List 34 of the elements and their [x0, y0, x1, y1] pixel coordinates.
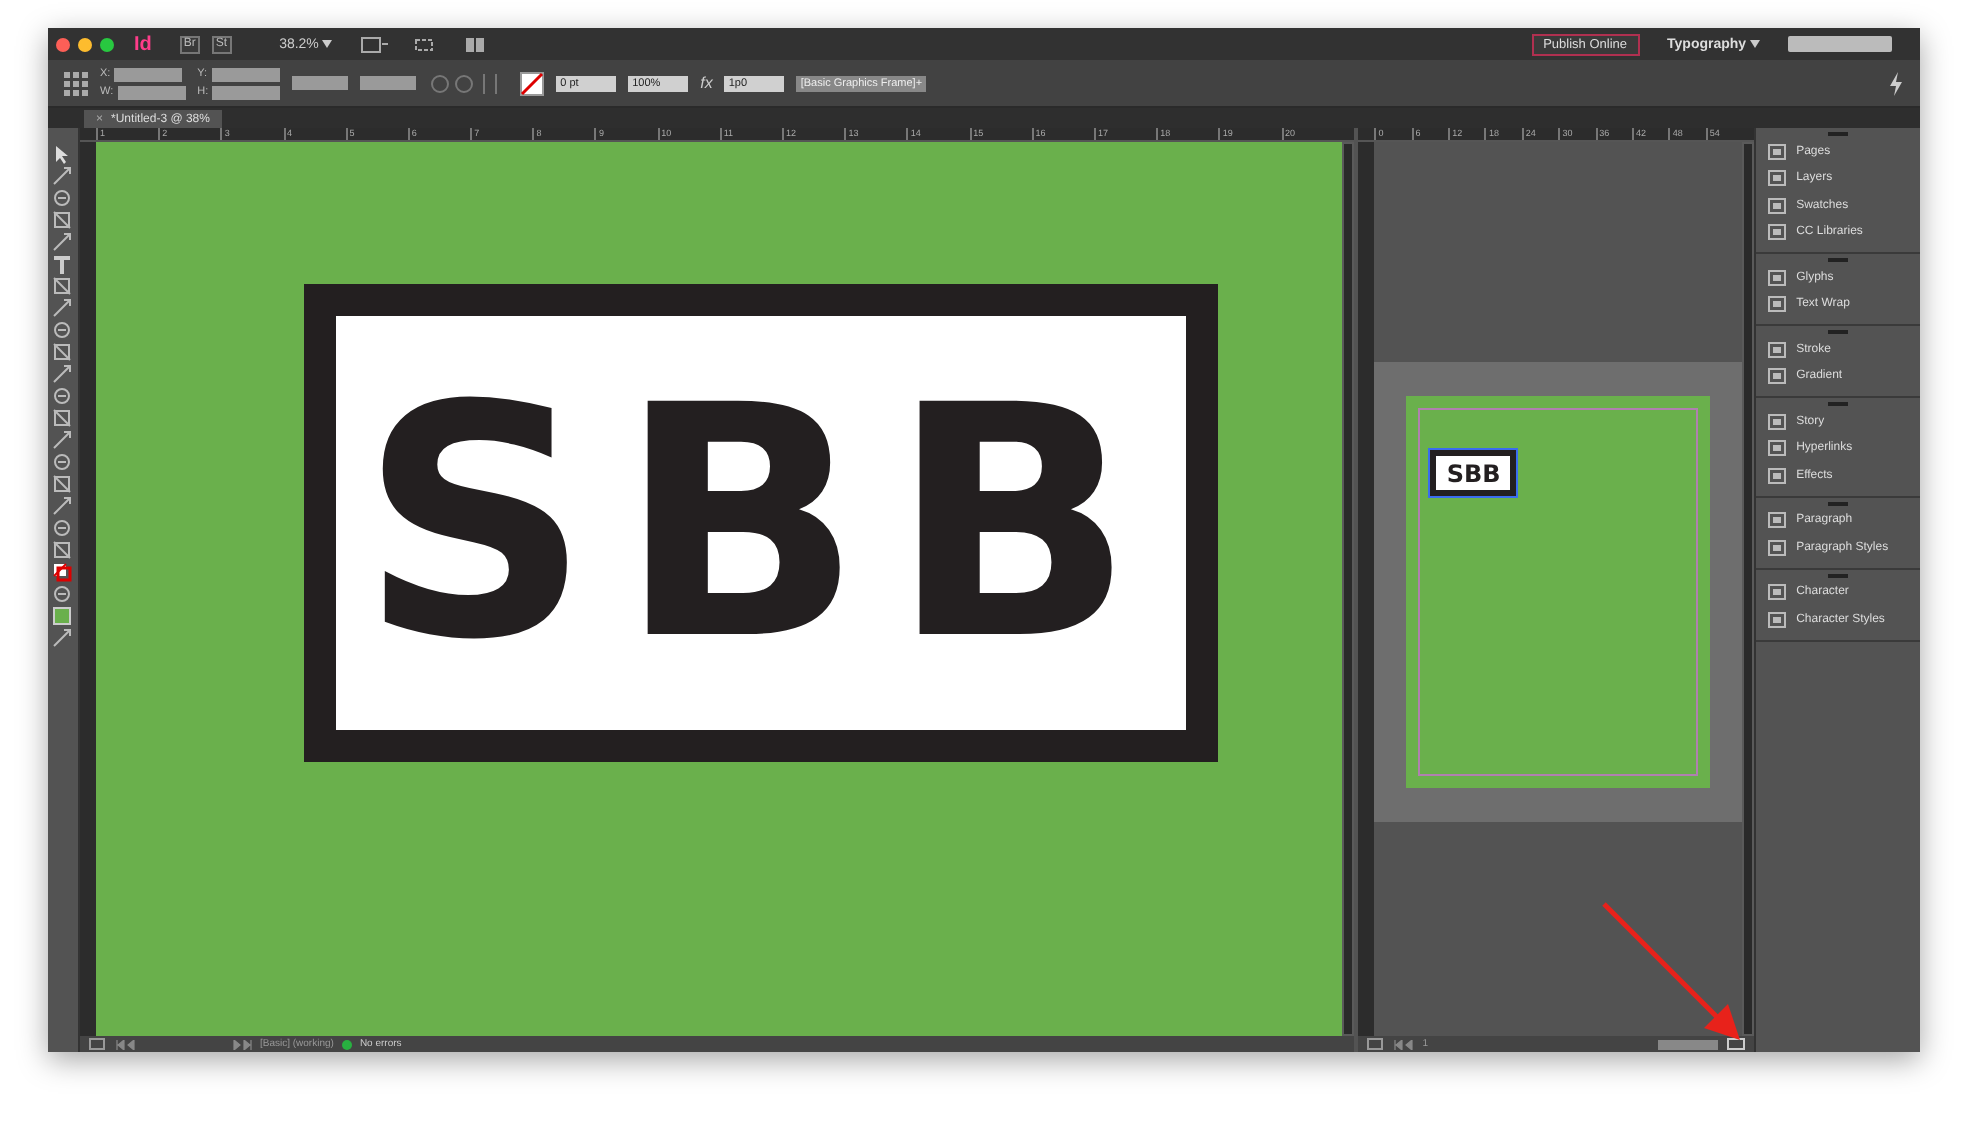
- previous-page-icon[interactable]: [1394, 1039, 1415, 1049]
- rotate-field[interactable]: [360, 76, 417, 90]
- horizontal-scrollbar[interactable]: [1658, 1039, 1719, 1049]
- lightning-icon[interactable]: [1888, 71, 1904, 95]
- selection-tool-icon[interactable]: [52, 144, 73, 164]
- type-tool-icon[interactable]: [52, 254, 73, 274]
- no-fill-swatch-icon[interactable]: [520, 71, 545, 95]
- caret-icon: [322, 39, 333, 47]
- minimize-button[interactable]: [78, 37, 92, 51]
- scrollbar[interactable]: [1342, 142, 1355, 1036]
- input-field[interactable]: [114, 67, 183, 81]
- previous-page-icon[interactable]: [115, 1039, 136, 1049]
- zoom-window-button[interactable]: [100, 37, 114, 51]
- page-icon[interactable]: [1366, 1038, 1387, 1050]
- reference-point-icon[interactable]: [64, 71, 88, 95]
- search-field[interactable]: [1788, 36, 1892, 52]
- effects-button[interactable]: fx: [700, 74, 713, 92]
- input-field[interactable]: [117, 85, 186, 99]
- scale-field[interactable]: [292, 76, 349, 90]
- page-icon[interactable]: [87, 1038, 108, 1050]
- next-page-icon[interactable]: [231, 1039, 252, 1049]
- fill-stroke-icon[interactable]: [52, 562, 73, 582]
- view-options-icon[interactable]: [360, 35, 389, 53]
- close-window-button[interactable]: [56, 37, 70, 51]
- logo-text: SBB: [359, 363, 1163, 683]
- window-icon[interactable]: [1726, 1038, 1747, 1050]
- input-field[interactable]: [212, 85, 281, 99]
- logo-text: SBB: [1446, 461, 1501, 485]
- caret-icon: [1750, 39, 1760, 47]
- selected-logo-frame[interactable]: SBB: [1430, 450, 1517, 496]
- status-dot-icon: [341, 1039, 352, 1049]
- input-field[interactable]: [211, 67, 280, 81]
- scrollbar[interactable]: [1742, 142, 1755, 1036]
- app-logo: Id: [134, 33, 152, 55]
